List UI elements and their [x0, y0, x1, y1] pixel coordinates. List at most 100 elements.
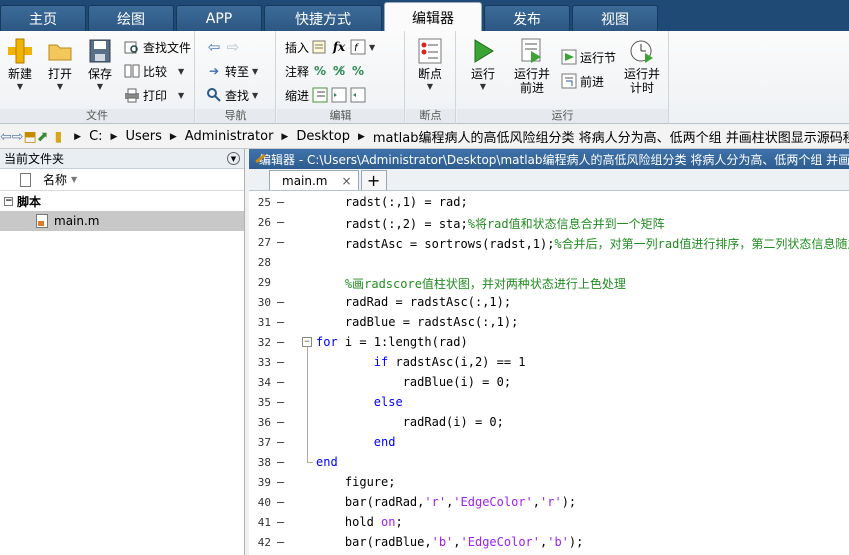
code-line[interactable]: 27– radstAsc = sortrows(radst,1);%合并后，对第… [249, 232, 849, 252]
run-and-time-button[interactable]: 运行并 计时 [621, 37, 663, 95]
dropdown-arrow-icon: ▼ [96, 82, 104, 91]
code-line[interactable]: 40– bar(radRad,'r','EdgeColor','r'); [249, 492, 849, 512]
run-section-button[interactable]: 运行节 [561, 47, 616, 67]
breadcrumb-item[interactable]: matlab编程病人的高低风险组分类 将病人分为高、低两个组 并画柱状图显示源码… [373, 127, 849, 146]
fx-icon[interactable]: fx [331, 39, 347, 55]
code-line[interactable]: 31– radBlue = radstAsc(:,1); [249, 312, 849, 332]
code-line[interactable]: 41– hold on; [249, 512, 849, 532]
tab-view[interactable]: 视图 [572, 5, 658, 32]
find-files-icon [124, 39, 140, 55]
breakpoint-marker[interactable]: – [277, 495, 284, 509]
forward-icon[interactable]: ⇨ [12, 128, 24, 146]
print-button[interactable]: 打印 ▼ [124, 85, 184, 105]
code-line[interactable]: 36– radRad(i) = 0; [249, 412, 849, 432]
goto-button[interactable]: ➔ 转至 ▼ [206, 61, 258, 81]
line-number: 42 [257, 536, 271, 549]
breakpoint-marker[interactable]: – [277, 535, 284, 549]
tab-apps[interactable]: APP [176, 5, 262, 32]
indent-label[interactable]: 缩进 [285, 87, 309, 104]
tab-editor[interactable]: 编辑器 [384, 2, 482, 32]
browse-folder-icon[interactable]: ⬈ [37, 128, 49, 146]
compare-button[interactable]: 比较 ▼ [124, 61, 184, 81]
code-line[interactable]: 35– else [249, 392, 849, 412]
code-line[interactable]: 33– if radstAsc(i,2) == 1 [249, 352, 849, 372]
code-line[interactable]: 26– radst(:,2) = sta;%将rad值和状态信息合并到一个矩阵 [249, 212, 849, 232]
arrow-left-icon[interactable]: ⇦ [206, 38, 222, 56]
new-tab-button[interactable]: + [360, 170, 387, 190]
code-line[interactable]: 34– radBlue(i) = 0; [249, 372, 849, 392]
line-number: 29 [257, 276, 271, 289]
run-and-advance-button[interactable]: 运行并 前进 [511, 37, 553, 95]
close-icon[interactable]: × [342, 174, 352, 188]
uncomment-icon[interactable]: %̸ [331, 63, 347, 79]
comment-icon[interactable]: % [312, 63, 328, 79]
file-type-column-icon[interactable] [20, 172, 31, 187]
breakpoint-marker[interactable]: – [277, 435, 284, 449]
increase-indent-icon[interactable] [331, 87, 347, 103]
code-line[interactable]: 29 %画radscore值柱状图，并对两种状态进行上色处理 [249, 272, 849, 292]
breakpoint-marker[interactable]: – [277, 235, 284, 249]
breakpoint-marker[interactable]: – [277, 335, 284, 349]
back-forward-buttons[interactable]: ⇦ ⇨ [206, 37, 241, 57]
breakpoint-marker[interactable]: – [277, 515, 284, 529]
breakpoint-marker[interactable]: – [277, 415, 284, 429]
breadcrumb-item[interactable]: C: [89, 129, 102, 144]
breadcrumb-item[interactable]: Administrator [185, 129, 274, 144]
back-icon[interactable]: ⇦ [0, 128, 12, 146]
find-files-button[interactable]: 查找文件 [124, 37, 191, 57]
breakpoint-marker[interactable]: – [277, 315, 284, 329]
new-button[interactable]: 新建 ▼ [4, 37, 36, 91]
breakpoint-marker[interactable]: – [277, 395, 284, 409]
find-button[interactable]: 查找 ▼ [206, 85, 258, 105]
breakpoint-marker[interactable]: – [277, 195, 284, 209]
breadcrumb[interactable]: ▶ C: ▶ Users ▶ Administrator ▶ Desktop ▶… [66, 127, 849, 146]
breakpoints-button[interactable]: 断点 ▼ [414, 37, 446, 91]
function-icon[interactable]: f [350, 39, 366, 55]
code-text: radBlue = radstAsc(:,1); [316, 315, 519, 329]
dropdown-arrow-icon: ▼ [252, 91, 259, 100]
code-line[interactable]: 30– radRad = radstAsc(:,1); [249, 292, 849, 312]
breakpoint-marker[interactable]: – [277, 355, 284, 369]
breadcrumb-item[interactable]: Users [125, 129, 161, 144]
up-folder-icon[interactable]: ⬒ [23, 128, 36, 146]
breakpoints-icon [418, 38, 442, 64]
code-line[interactable]: 25– radst(:,1) = rad; [249, 192, 849, 212]
breakpoint-marker[interactable]: – [277, 375, 284, 389]
script-group[interactable]: − 脚本 [0, 191, 244, 211]
code-line[interactable]: 37– end [249, 432, 849, 452]
code-line[interactable]: 42– bar(radBlue,'b','EdgeColor','b'); [249, 532, 849, 552]
save-button[interactable]: 保存 ▼ [84, 37, 116, 91]
fold-toggle-icon[interactable]: − [302, 337, 312, 347]
tab-plots[interactable]: 绘图 [88, 5, 174, 32]
tab-shortcuts[interactable]: 快捷方式 [264, 5, 382, 32]
breakpoint-marker[interactable]: – [277, 475, 284, 489]
arrow-right-icon[interactable]: ⇨ [225, 38, 241, 56]
breakpoint-marker[interactable]: – [277, 215, 284, 229]
run-button[interactable]: 运行 ▼ [465, 37, 501, 91]
code-line[interactable]: 39– figure; [249, 472, 849, 492]
smart-indent-icon[interactable] [312, 87, 328, 103]
editor-tab-main[interactable]: main.m × [269, 170, 359, 190]
wrap-comments-icon[interactable]: % [350, 63, 366, 79]
file-item-main[interactable]: main.m [0, 211, 244, 231]
code-line[interactable]: 32– − for i = 1:length(rad) [249, 332, 849, 352]
advance-button[interactable]: 前进 [561, 71, 604, 91]
code-line[interactable]: 38– end [249, 452, 849, 472]
collapse-icon[interactable]: − [4, 196, 13, 206]
comment-label[interactable]: 注释 [285, 63, 309, 80]
code-line[interactable]: 28 [249, 252, 849, 272]
breakpoint-marker[interactable]: – [277, 295, 284, 309]
decrease-indent-icon[interactable] [350, 87, 366, 103]
name-column-header[interactable]: 名称 [43, 171, 67, 188]
dropdown-arrow-icon[interactable]: ▼ [369, 43, 375, 52]
open-button[interactable]: 打开 ▼ [44, 37, 76, 91]
breadcrumb-item[interactable]: Desktop [296, 129, 350, 144]
insert-label[interactable]: 插入 [285, 39, 309, 56]
panel-menu-icon[interactable]: ▼ [227, 152, 240, 165]
tab-home[interactable]: 主页 [0, 5, 86, 32]
insert-icon[interactable] [312, 39, 328, 55]
breakpoint-marker[interactable]: – [277, 455, 284, 469]
tab-publish[interactable]: 发布 [484, 5, 570, 32]
code-area[interactable]: 25– radst(:,1) = rad; 26– radst(:,2) = st… [249, 192, 849, 555]
line-number: 32 [257, 336, 271, 349]
